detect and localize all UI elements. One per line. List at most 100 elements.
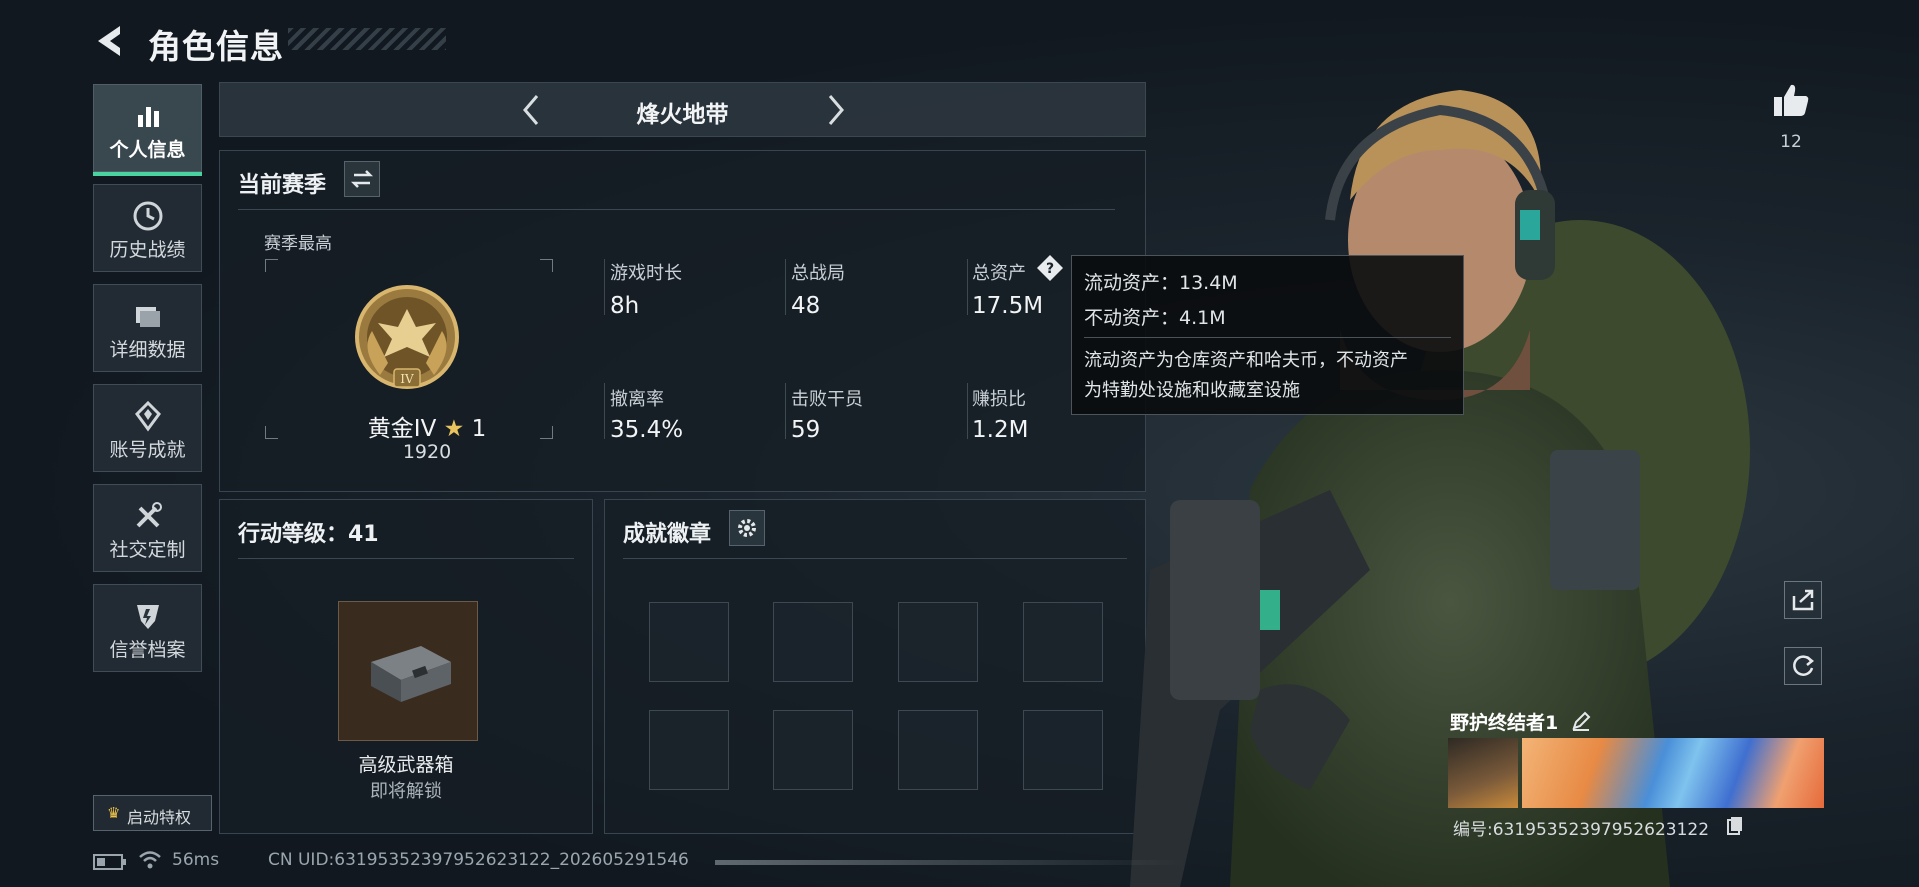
stat-separator bbox=[604, 259, 605, 315]
tooltip-description: 流动资产为仓库资产和哈夫币，不动资产 bbox=[1084, 350, 1408, 371]
stat-separator bbox=[785, 259, 786, 315]
wifi-icon bbox=[139, 851, 161, 869]
achievement-panel: 成就徽章 bbox=[604, 499, 1146, 834]
sidebar-item-reputation[interactable]: 信誉档案 bbox=[93, 584, 202, 672]
badge-slot[interactable] bbox=[649, 710, 729, 790]
like-count: 12 bbox=[1780, 132, 1802, 152]
sidebar-item-achievements[interactable]: 账号成就 bbox=[93, 384, 202, 472]
shield-icon bbox=[136, 605, 159, 629]
season-panel: 当前赛季 赛季最高 IV 黄金IV ★ 1 1920 游戏时长 8h 总战局 4… bbox=[219, 150, 1146, 492]
player-avatar[interactable] bbox=[1448, 738, 1518, 808]
player-banner-image[interactable] bbox=[1522, 738, 1824, 808]
badge-slot[interactable] bbox=[1023, 602, 1103, 682]
stat-value: 17.5M bbox=[972, 293, 1044, 319]
edit-pencil-icon[interactable] bbox=[1570, 710, 1592, 732]
question-icon: ? bbox=[1037, 255, 1063, 281]
stat-label: 赚损比 bbox=[972, 389, 1026, 410]
divider bbox=[238, 558, 574, 559]
season-title: 当前赛季 bbox=[238, 173, 327, 198]
folder-icon bbox=[135, 307, 160, 327]
share-icon bbox=[1792, 589, 1814, 611]
page-title: 角色信息 bbox=[148, 27, 284, 66]
stat-label: 撤离率 bbox=[610, 389, 664, 410]
footer-progress-line bbox=[715, 860, 1185, 865]
help-button[interactable]: ? bbox=[1036, 254, 1064, 282]
mode-selector-bar: 烽火地带 bbox=[219, 82, 1146, 137]
tooltip-fixed-assets: 不动资产：4.1M bbox=[1084, 307, 1226, 329]
stat-value: 1.2M bbox=[972, 417, 1029, 443]
achievement-settings-button[interactable] bbox=[729, 510, 765, 546]
divider bbox=[238, 209, 1115, 210]
sidebar-item-label: 账号成就 bbox=[109, 439, 186, 461]
sidebar-item-label: 社交定制 bbox=[109, 539, 186, 561]
stat-separator bbox=[785, 383, 786, 439]
badge-slot[interactable] bbox=[649, 602, 729, 682]
stat-value: 48 bbox=[791, 293, 821, 319]
season-switch-button[interactable] bbox=[344, 161, 380, 197]
gear-icon bbox=[738, 519, 756, 537]
chevron-right-icon[interactable] bbox=[818, 92, 852, 128]
star-icon: ★ bbox=[443, 416, 465, 442]
badge-slot[interactable] bbox=[773, 602, 853, 682]
crown-icon: ♛ bbox=[107, 804, 121, 822]
tools-icon bbox=[136, 502, 162, 528]
rank-name-line: 黄金IV ★ 1 bbox=[346, 409, 508, 443]
medal-icon bbox=[134, 400, 161, 432]
sidebar-item-personal-info[interactable]: 个人信息 bbox=[93, 84, 202, 176]
frame-corner bbox=[540, 259, 553, 272]
sidebar-item-label: 历史战绩 bbox=[109, 239, 186, 261]
reward-name: 高级武器箱 bbox=[358, 754, 454, 776]
rank-name: 黄金IV bbox=[367, 416, 437, 442]
copy-icon[interactable] bbox=[1726, 815, 1744, 835]
stat-value: 59 bbox=[791, 417, 821, 443]
frame-corner bbox=[265, 426, 278, 439]
bar-chart-icon bbox=[137, 107, 159, 127]
sidebar-item-label: 详细数据 bbox=[109, 339, 186, 361]
achievement-title: 成就徽章 bbox=[623, 522, 712, 547]
refresh-button[interactable] bbox=[1784, 647, 1822, 685]
sidebar-item-detail-data[interactable]: 详细数据 bbox=[93, 284, 202, 372]
title-decoration bbox=[288, 28, 446, 50]
clock-icon bbox=[133, 201, 162, 231]
badge-slot[interactable] bbox=[898, 602, 978, 682]
stat-label: 总资产 bbox=[972, 263, 1026, 284]
asset-tooltip: 流动资产：13.4M 不动资产：4.1M 流动资产为仓库资产和哈夫币，不动资产 … bbox=[1071, 255, 1464, 415]
privilege-label: 启动特权 bbox=[127, 808, 192, 827]
badge-slot[interactable] bbox=[1023, 710, 1103, 790]
thumbs-up-icon[interactable] bbox=[1771, 80, 1811, 120]
privilege-button[interactable]: ♛ 启动特权 bbox=[93, 795, 212, 831]
tooltip-liquid-assets: 流动资产：13.4M bbox=[1084, 272, 1238, 294]
footer-uid: CN UID:6319535239795262312​2_20260529154… bbox=[268, 850, 689, 870]
tooltip-divider bbox=[1084, 337, 1451, 338]
stat-value: 35.4% bbox=[610, 417, 684, 443]
player-id: 编号:6319535239795262312​2 bbox=[1453, 820, 1710, 840]
rank-score: 1920 bbox=[402, 441, 452, 463]
reward-item[interactable] bbox=[338, 601, 478, 741]
stat-label: 击败干员 bbox=[791, 389, 863, 410]
action-level-title: 行动等级：41 bbox=[238, 522, 379, 547]
sidebar-item-social-custom[interactable]: 社交定制 bbox=[93, 484, 202, 572]
network-ping: 56ms bbox=[172, 850, 220, 870]
sidebar-item-history[interactable]: 历史战绩 bbox=[93, 184, 202, 272]
season-best-label: 赛季最高 bbox=[264, 234, 332, 254]
stat-separator bbox=[967, 383, 968, 439]
refresh-icon bbox=[1793, 655, 1815, 676]
battery-icon bbox=[93, 854, 126, 870]
badge-slot[interactable] bbox=[773, 710, 853, 790]
action-level-panel: 行动等级：41 高级武器箱 即将解锁 bbox=[219, 499, 593, 834]
frame-corner bbox=[540, 426, 553, 439]
tooltip-description: 为特勤处设施和收藏室设施 bbox=[1084, 380, 1300, 401]
mode-label: 烽火地带 bbox=[636, 102, 729, 128]
gold-rank-badge-icon: IV bbox=[355, 285, 459, 389]
badge-slot[interactable] bbox=[898, 710, 978, 790]
frame-corner bbox=[265, 259, 278, 272]
back-arrow-icon[interactable] bbox=[92, 22, 128, 60]
rank-stars: 1 bbox=[471, 416, 487, 442]
reward-status: 即将解锁 bbox=[370, 781, 442, 802]
stat-separator bbox=[604, 383, 605, 439]
svg-text:?: ? bbox=[1046, 261, 1054, 277]
player-nickname: 野护终结者1 bbox=[1450, 712, 1559, 734]
stat-label: 游戏时长 bbox=[610, 263, 682, 284]
stat-value: 8h bbox=[610, 293, 640, 319]
share-button[interactable] bbox=[1784, 581, 1822, 619]
